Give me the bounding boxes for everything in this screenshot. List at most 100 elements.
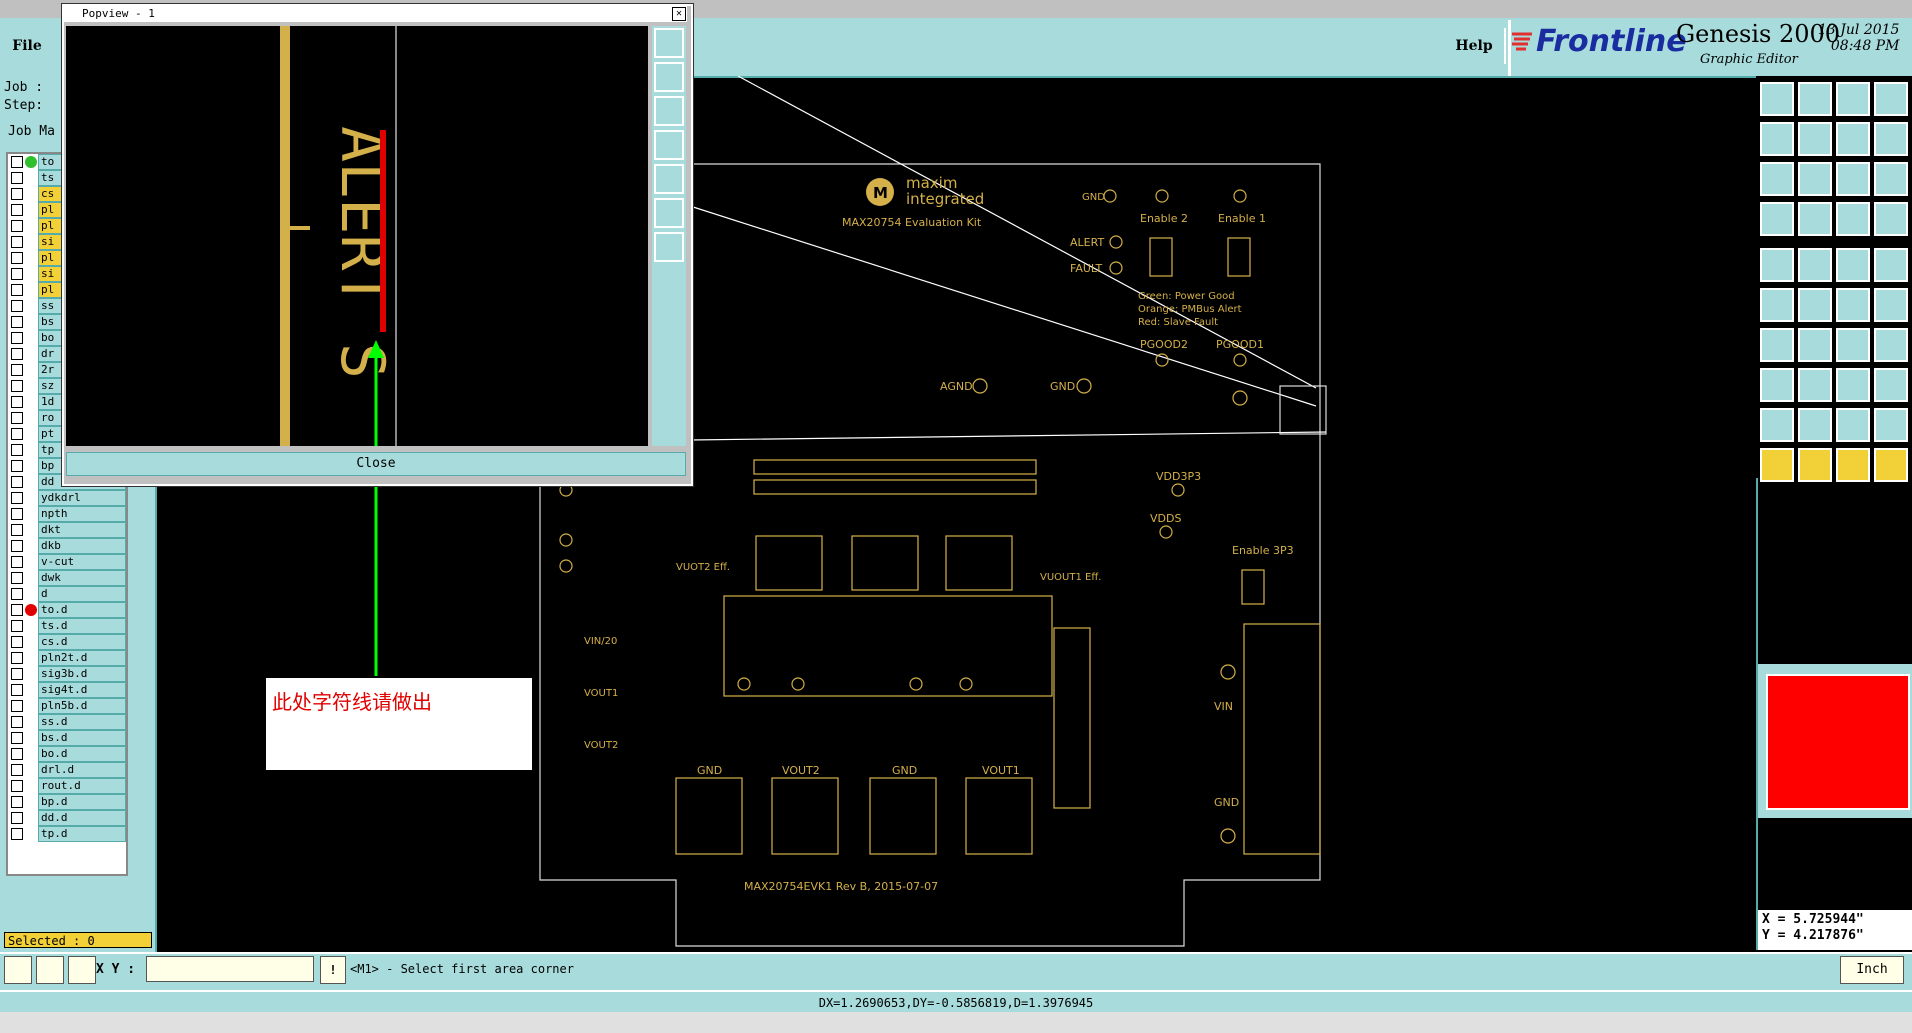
popview-alert-text: ALERT S — [327, 126, 397, 379]
tool-button-icon[interactable] — [1798, 408, 1832, 442]
frontline-logo-icon — [1512, 32, 1532, 51]
popview-tool-icon[interactable] — [654, 96, 684, 126]
board-label: VIN/20 — [584, 636, 617, 647]
snap-icon[interactable] — [4, 956, 32, 984]
popview-close-icon[interactable]: ✕ — [672, 7, 686, 21]
popview-title: Popview - 1 — [82, 7, 155, 20]
tool-button-icon[interactable] — [1760, 162, 1794, 196]
board-label: VIN — [1214, 700, 1233, 713]
popview-tool-icon[interactable] — [654, 28, 684, 58]
date-time: 13 Jul 2015 08:48 PM — [1818, 22, 1899, 54]
popview-tool-icon[interactable] — [654, 232, 684, 262]
file-menu-button[interactable]: File — [6, 26, 48, 66]
time-text: 08:48 PM — [1830, 38, 1900, 54]
grid-icon[interactable] — [68, 956, 96, 984]
tool-button-icon[interactable] — [1836, 122, 1870, 156]
svg-text:M: M — [873, 184, 888, 202]
board-label: GND — [892, 764, 917, 777]
board-label: VDD3P3 — [1156, 470, 1201, 483]
unit-button[interactable]: Inch — [1840, 956, 1904, 984]
tool-button-icon[interactable] — [1874, 202, 1908, 236]
board-label: PGOOD1 — [1216, 338, 1264, 351]
board-label: Orange: PMBus Alert — [1138, 304, 1242, 315]
tool-button-icon[interactable] — [1836, 162, 1870, 196]
tool-button-icon[interactable] — [1874, 328, 1908, 362]
tool-button-icon[interactable] — [1836, 202, 1870, 236]
tool-button-icon[interactable] — [1798, 122, 1832, 156]
board-label: Green: Power Good — [1138, 291, 1235, 302]
tool-button-icon[interactable] — [1836, 82, 1870, 116]
board-label: Enable 1 — [1218, 212, 1266, 225]
board-label: VOUT1 — [982, 764, 1020, 777]
tool-button-icon[interactable] — [1798, 82, 1832, 116]
annotation-note-text: 此处字符线请做出 — [272, 690, 432, 714]
tool-button-icon[interactable] — [1874, 248, 1908, 282]
xy-label: X Y : — [96, 962, 136, 977]
popview-close-button[interactable]: Close — [66, 452, 686, 476]
coord-y: Y = 4.217876" — [1762, 928, 1864, 943]
board-label: VOUT1 — [584, 688, 618, 699]
tool-button-icon[interactable] — [1798, 368, 1832, 402]
tool-button-icon[interactable] — [1836, 368, 1870, 402]
coord-x: X = 5.725944" — [1762, 912, 1864, 927]
board-label: VOUT2 — [584, 740, 618, 751]
popview-canvas[interactable]: ALERT S — [66, 26, 648, 446]
mini-preview[interactable] — [1758, 664, 1912, 818]
tool-button-icon[interactable] — [1798, 202, 1832, 236]
tool-button-icon[interactable] — [1836, 448, 1870, 482]
tool-button-icon[interactable] — [1760, 448, 1794, 482]
board-label: PGOOD2 — [1140, 338, 1188, 351]
tool-button-icon[interactable] — [1760, 202, 1794, 236]
popview-tool-icon[interactable] — [654, 130, 684, 160]
board-label: GND — [1050, 380, 1075, 393]
tool-button-icon[interactable] — [1874, 162, 1908, 196]
tool-button-icon[interactable] — [1760, 248, 1794, 282]
tool-button-icon[interactable] — [1760, 368, 1794, 402]
help-menu-button[interactable]: Help — [1444, 28, 1506, 64]
tool-button-icon[interactable] — [1798, 328, 1832, 362]
board-footer-label: MAX20754EVK1 Rev B, 2015-07-07 — [744, 880, 938, 893]
tool-button-icon[interactable] — [1836, 248, 1870, 282]
tool-button-icon[interactable] — [1760, 122, 1794, 156]
tool-button-icon[interactable] — [1760, 408, 1794, 442]
board-label: VOUT2 — [782, 764, 820, 777]
tool-button-icon[interactable] — [1836, 288, 1870, 322]
board-label: Red: Slave Fault — [1138, 317, 1218, 328]
tool-button-icon[interactable] — [1798, 162, 1832, 196]
tool-button-icon[interactable] — [1874, 288, 1908, 322]
tool-button-icon[interactable] — [1798, 448, 1832, 482]
tool-button-icon[interactable] — [1874, 82, 1908, 116]
xy-input[interactable] — [146, 956, 314, 982]
board-label: FAULT — [1070, 262, 1103, 275]
board-label: VDDS — [1150, 512, 1181, 525]
tool-button-icon[interactable] — [1760, 328, 1794, 362]
board-label: VUOT2 Eff. — [676, 562, 730, 573]
board-label: VUOUT1 Eff. — [1040, 572, 1101, 583]
tool-button-icon[interactable] — [1874, 122, 1908, 156]
tool-button-icon[interactable] — [1760, 82, 1794, 116]
tool-button-icon[interactable] — [1836, 408, 1870, 442]
measure-icon[interactable] — [36, 956, 64, 984]
board-kit-label: MAX20754 Evaluation Kit — [842, 216, 982, 229]
tool-button-icon[interactable] — [1874, 448, 1908, 482]
prompt-message: <M1> - Select first area corner — [350, 962, 574, 976]
popview-tool-icon[interactable] — [654, 62, 684, 92]
alert-icon[interactable]: ! — [320, 956, 346, 984]
board-label: GND — [697, 764, 722, 777]
tool-button-icon[interactable] — [1836, 328, 1870, 362]
board-label: Enable 3P3 — [1232, 544, 1294, 557]
popview-tool-icon[interactable] — [654, 198, 684, 228]
tool-button-icon[interactable] — [1760, 288, 1794, 322]
tool-button-icon[interactable] — [1798, 248, 1832, 282]
board-label: Enable 2 — [1140, 212, 1188, 225]
coordinate-readout: X = 5.725944" Y = 4.217876" — [1758, 910, 1912, 950]
popview-tool-icon[interactable] — [654, 164, 684, 194]
board-logo-line2: integrated — [906, 190, 984, 208]
board-label: GND — [1214, 796, 1239, 809]
popview-titlebar: Popview - 1 — [64, 6, 687, 22]
board-label: ALERT — [1070, 236, 1104, 249]
tool-button-icon[interactable] — [1874, 408, 1908, 442]
tool-button-icon[interactable] — [1874, 368, 1908, 402]
tool-button-icon[interactable] — [1798, 288, 1832, 322]
preview-red-pad — [1766, 674, 1910, 810]
